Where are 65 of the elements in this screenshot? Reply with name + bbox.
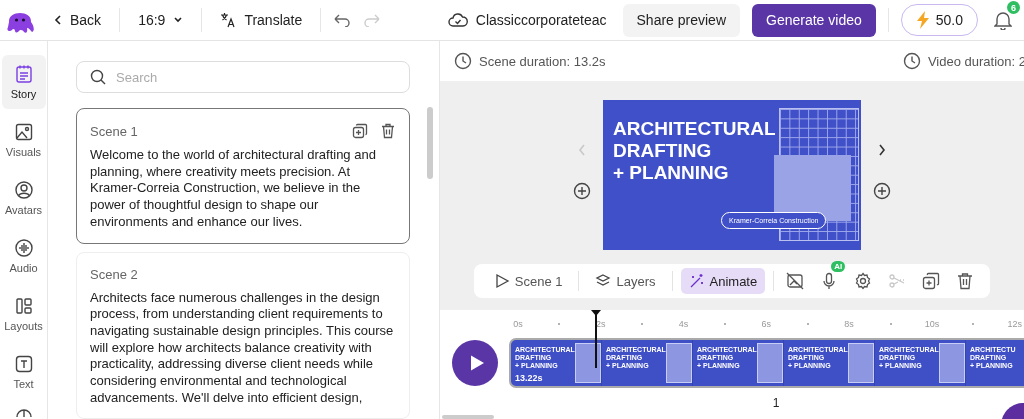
sidebar-tab[interactable]: Avatars (1, 171, 46, 225)
image-icon (13, 122, 34, 142)
sidebar-tab[interactable]: Layouts (1, 287, 46, 341)
time-tick-label: 2s (595, 319, 607, 329)
hide-image-icon[interactable] (786, 272, 805, 290)
time-tick-label: 4s (677, 319, 690, 329)
ai-badge: AI (831, 261, 846, 272)
time-tick-label: 6s (760, 319, 773, 329)
generate-video-button[interactable]: Generate video (752, 3, 876, 37)
translate-icon (220, 12, 237, 28)
undo-icon[interactable] (333, 13, 352, 27)
bell-icon[interactable] (994, 10, 1012, 30)
clip-duration: 13.22s (515, 373, 543, 383)
add-scene-icon[interactable] (573, 182, 591, 200)
chevron-left-icon (54, 15, 62, 25)
toolbar-button[interactable]: Scene 1 (485, 268, 571, 294)
back-button[interactable]: Back (48, 12, 108, 28)
time-tick-label: 0s (512, 319, 524, 329)
scene-title: Scene 1 (90, 123, 138, 139)
text-icon (13, 354, 34, 374)
scene-script-text: Architects face numerous challenges in the design process, from understanding client requirements to navigating sustainable design principles. This course will explore how architects balance creativity with practicality, addressing diverse client needs while considering environmental and technological advancements. We'll delve into efficient design, (90, 289, 395, 407)
play-icon (468, 354, 485, 372)
duplicate-icon[interactable] (922, 272, 941, 290)
settings-icon[interactable] (854, 272, 873, 290)
time-tick-label: 8s (843, 319, 855, 329)
slide-title-line: ARCHITECTURAL (613, 118, 776, 140)
cloud-saved-icon (447, 12, 468, 28)
scene-clip[interactable] (509, 338, 1024, 388)
project-name[interactable]: Classiccorporateteac (475, 12, 607, 28)
clock-icon (454, 52, 472, 70)
scene-script-text: Welcome to the world of architectural drafting and planning, where creativity meets precision. At Kramer-Correia Construction, we believe in the power of thoughtful design to shape our environments and enhance our lives. (90, 147, 377, 231)
sidebar-tab[interactable]: Story (1, 55, 46, 109)
scene-card[interactable] (76, 108, 410, 244)
layout-icon (13, 296, 34, 316)
scrollbar[interactable] (427, 107, 433, 179)
caret-icon (173, 16, 184, 24)
time-tick-label: 12s (1006, 319, 1023, 329)
notification-badge: 6 (1007, 1, 1020, 14)
notepad-icon (13, 64, 34, 84)
share-preview-button[interactable]: Share preview (622, 3, 740, 37)
slide-title-line: DRAFTING (613, 140, 713, 162)
scene-title: Scene 2 (90, 266, 138, 282)
trash-icon[interactable] (956, 272, 975, 290)
search-field[interactable]: Search (76, 61, 410, 93)
lightning-icon (915, 11, 930, 29)
aspect-ratio-dropdown[interactable]: 16:9 (132, 12, 190, 28)
play-outline-icon (493, 273, 510, 289)
sidebar-tab[interactable]: Text (1, 345, 46, 399)
time-tick-label: 10s (923, 319, 941, 329)
scene-duration: Scene duration: 13.2s (479, 53, 606, 69)
add-scene-icon[interactable] (873, 182, 891, 200)
magic-wand-icon (688, 273, 705, 289)
user-circle-icon (13, 180, 34, 200)
duplicate-icon[interactable] (352, 123, 368, 139)
sidebar-tab[interactable]: Visuals (1, 113, 46, 167)
trash-icon[interactable] (380, 123, 396, 139)
translate-button[interactable]: Translate (214, 12, 309, 28)
toolbar-button[interactable]: Layers (587, 268, 664, 294)
slide-title-line: + PLANNING (613, 162, 730, 184)
clock-icon (902, 52, 921, 70)
toolbar-button[interactable]: Animate (680, 268, 766, 294)
play-button[interactable] (452, 340, 498, 386)
scene-number: 1 (771, 396, 781, 410)
sidebar-tab[interactable]: Audio (1, 229, 46, 283)
scrollbar[interactable] (442, 415, 494, 419)
